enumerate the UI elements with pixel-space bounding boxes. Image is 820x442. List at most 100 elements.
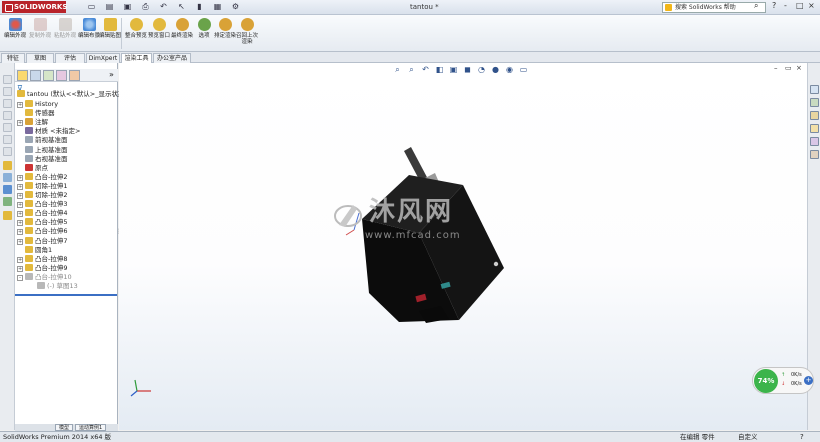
feature-manager-tree: » ⊽ tantou (默认<<默认>_显示状态 + History 传感器 + 注解材… (15, 63, 125, 430)
feature-icon (25, 263, 33, 271)
expand-icon[interactable]: + (17, 102, 23, 108)
sketch-tool-icon[interactable] (3, 111, 12, 120)
propertymanager-tab-icon[interactable] (30, 70, 41, 81)
paste-appearance-button[interactable]: 粘贴外观 (52, 18, 78, 50)
tree-node[interactable]: 圆角1 (17, 245, 52, 255)
options-teapot-icon (197, 18, 211, 31)
expand-icon[interactable]: + (17, 220, 23, 227)
tab-office-products[interactable]: 办公室产品 (153, 53, 191, 63)
tab-sketch[interactable]: 草图 (26, 53, 54, 63)
tree-node[interactable]: + 凸台-拉伸6 (17, 227, 67, 236)
rebuild-icon[interactable]: ▮ (192, 1, 207, 13)
tree-node[interactable]: (-) 草图13 (29, 282, 78, 291)
tree-node[interactable]: 原点 (17, 163, 48, 173)
search-icon[interactable]: ⌕ (754, 1, 758, 11)
help-icon[interactable]: ? (800, 432, 804, 442)
appearances-icon[interactable] (810, 137, 819, 146)
feature-icon (25, 145, 33, 153)
sketch-tool-icon[interactable] (3, 123, 12, 132)
select-icon[interactable]: ↖ (174, 1, 189, 13)
expand-icon[interactable]: + (17, 211, 23, 218)
file-props-icon[interactable]: ▦ (210, 1, 225, 13)
file-explorer-icon[interactable] (810, 111, 819, 120)
tree-node[interactable]: 材质 <未指定> (17, 127, 80, 136)
maximize-button[interactable]: □ (796, 1, 804, 10)
help-search-input[interactable]: 搜索 SolidWorks 帮助 (662, 2, 766, 13)
tab-features[interactable]: 特征 (1, 53, 25, 63)
graphics-viewport[interactable]: ⌕ ⌕ ↶ ◧ ▣ ◼ ◔ ● ◉ ▭ – ▭ × 沐风网 www.mfcad.… (119, 63, 807, 430)
tree-root[interactable]: tantou (默认<<默认>_显示状态 (17, 90, 125, 99)
tree-node[interactable]: + 切除-拉伸2 (17, 191, 67, 200)
sketch-tool-icon[interactable] (3, 87, 12, 96)
configurationmanager-tab-icon[interactable] (43, 70, 54, 81)
tree-node[interactable]: + 注解 (17, 118, 48, 127)
tree-node[interactable]: + 凸台-拉伸4 (17, 209, 67, 218)
tree-node[interactable]: + 凸台-拉伸3 (17, 200, 67, 209)
tree-node[interactable]: 前视基准面 (17, 136, 68, 145)
tab-evaluate[interactable]: 评估 (55, 53, 85, 63)
tree-node[interactable]: 右视基准面 (17, 154, 68, 164)
expand-icon[interactable]: + (17, 238, 23, 245)
edit-decal-button[interactable]: 编辑贴图 (97, 18, 123, 50)
open-icon[interactable]: ▤ (102, 1, 117, 13)
edit-appearance-button[interactable]: 编辑外观 (2, 18, 28, 50)
tree-node[interactable]: 上视基准面 (17, 145, 68, 155)
expand-icon[interactable]: + (17, 183, 23, 190)
resources-icon[interactable] (810, 85, 819, 94)
display-manager-tab-icon[interactable] (69, 70, 80, 81)
tab-dimxpert[interactable]: DimXpert (86, 53, 120, 63)
expand-icon[interactable]: + (17, 229, 23, 236)
units-custom[interactable]: 自定义 (738, 432, 758, 442)
tab-model[interactable]: 模型 (55, 424, 74, 431)
recall-last-render-button[interactable]: 召回上次渲染 (234, 18, 260, 50)
copy-appearance-button[interactable]: 复制外观 (27, 18, 53, 50)
save-icon[interactable]: ▣ (120, 1, 135, 13)
tree-node[interactable]: + 凸台-拉伸8 (17, 254, 67, 264)
view-palette-icon[interactable] (810, 124, 819, 133)
expand-icon[interactable]: + (17, 174, 23, 181)
minimize-button[interactable]: - (784, 1, 787, 10)
mirror-icon[interactable] (3, 185, 12, 194)
expand-icon[interactable]: + (17, 256, 23, 263)
options-icon[interactable]: ⚙ (228, 1, 243, 13)
sketch-tool-icon[interactable] (3, 147, 12, 156)
tree-node[interactable]: + 凸台-拉伸5 (17, 218, 67, 227)
expand-icon[interactable]: + (17, 193, 23, 199)
tree-node[interactable]: + History (17, 100, 58, 109)
undo-icon[interactable]: ↶ (156, 1, 171, 13)
tree-node[interactable]: + 凸台-拉伸2 (17, 172, 67, 182)
tree-node[interactable]: + 凸台-拉伸9 (17, 263, 67, 273)
expand-icon[interactable]: + (17, 120, 23, 127)
block-icon[interactable] (3, 211, 12, 220)
network-speed-widget[interactable]: 74% ↑ 0K/s ↓ 0K/s + (752, 367, 814, 394)
plus-icon[interactable]: + (804, 376, 813, 385)
tree-node[interactable]: + 凸台-拉伸7 (17, 236, 67, 246)
sketch-tool-icon[interactable] (3, 75, 12, 84)
collapse-icon[interactable]: - (17, 274, 23, 281)
featuremanager-tab-icon[interactable] (17, 70, 28, 81)
help-icon[interactable]: ? (772, 1, 776, 10)
tree-node[interactable]: + 切除-拉伸1 (17, 181, 67, 191)
watermark-logo-icon (334, 205, 362, 227)
feature-icon (25, 191, 33, 198)
relation-icon[interactable] (3, 173, 12, 182)
pattern-icon[interactable] (3, 197, 12, 206)
sketch-tool-icon[interactable] (3, 99, 12, 108)
new-icon[interactable]: ▭ (84, 1, 99, 13)
expand-icon[interactable]: + (17, 265, 23, 272)
tab-render-tools[interactable]: 渲染工具 (121, 53, 152, 63)
tab-motion-study[interactable]: 运动算例1 (75, 424, 107, 431)
tree-node[interactable]: - 凸台-拉伸10 (17, 272, 72, 282)
design-library-icon[interactable] (810, 98, 819, 107)
dimension-icon[interactable] (3, 161, 12, 170)
rollback-bar[interactable] (15, 294, 117, 296)
custom-properties-icon[interactable] (810, 150, 819, 159)
chevron-right-icon[interactable]: » (109, 70, 114, 79)
print-icon[interactable]: ⎙ (138, 1, 153, 13)
tree-node[interactable]: 传感器 (17, 109, 55, 118)
sketch-tool-icon[interactable] (3, 135, 12, 144)
dimxpert-tab-icon[interactable] (56, 70, 67, 81)
close-button[interactable]: × (808, 1, 815, 10)
expand-icon[interactable]: + (17, 202, 23, 209)
solidworks-logo[interactable]: SOLIDWORKS (2, 1, 67, 13)
